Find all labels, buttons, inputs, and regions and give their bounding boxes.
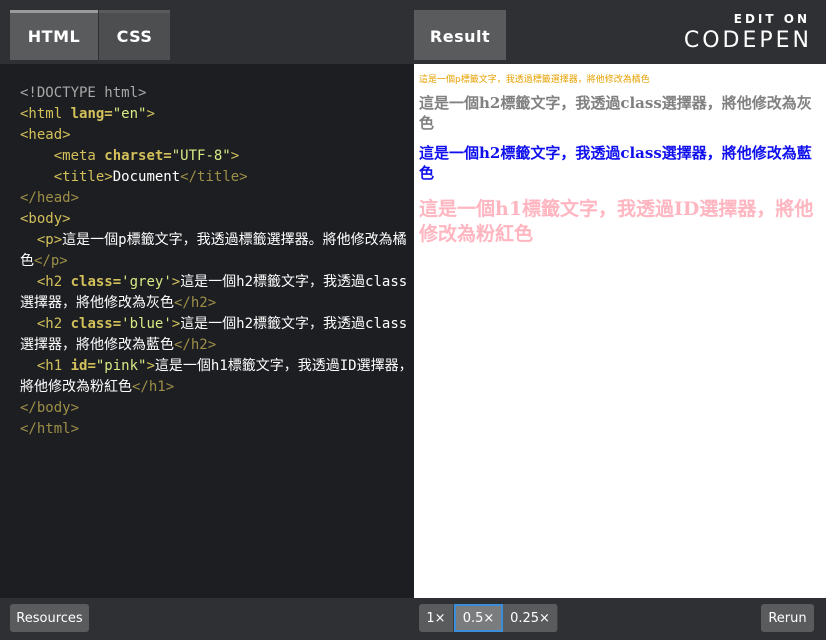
code-line: <!DOCTYPE html>	[20, 83, 414, 104]
edit-on-label: EDIT ON	[733, 12, 810, 26]
code-tag: </h2>	[174, 295, 217, 311]
code-attr: lang=	[62, 106, 113, 122]
code-tag: <html	[20, 106, 63, 122]
code-text: Document	[112, 169, 181, 185]
code-line: <body>	[20, 209, 414, 230]
code-line: <h2 class='grey'>這是一個h2標籤文字，我透過class選擇器，…	[20, 272, 414, 314]
code-tag: <h2	[36, 274, 63, 290]
code-attr: class=	[62, 316, 122, 332]
result-heading-pink: 這是一個h1標籤文字，我透過ID選擇器，將他修改為粉紅色	[419, 198, 814, 245]
code-tag: >	[171, 274, 181, 290]
code-tag: <title>	[53, 169, 113, 185]
code-tag: <h1	[36, 358, 63, 374]
resources-button[interactable]: Resources	[10, 604, 89, 632]
code-line: <html lang="en">	[20, 104, 414, 125]
code-line: </html>	[20, 419, 414, 440]
zoom-controls: 1× 0.5× 0.25×	[419, 604, 558, 632]
code-line: <title>Document</title>	[20, 167, 414, 188]
code-text: 這是一個p標籤文字，我透過標籤選擇器。將他修改為橘色	[20, 232, 407, 269]
code-tag: </body>	[20, 400, 80, 416]
zoom-0.25x-button[interactable]: 0.25×	[503, 604, 558, 632]
code-tag: >	[146, 358, 155, 374]
top-toolbar: HTML CSS Result EDIT ON CODEPEN	[0, 0, 826, 64]
html-code-editor[interactable]: <!DOCTYPE html> <html lang="en"> <head> …	[0, 64, 414, 598]
code-line: <head>	[20, 125, 414, 146]
result-preview: 這是一個p標籤文字，我透過標籤選擇器，將他修改為橘色 這是一個h2標籤文字，我透…	[414, 64, 826, 598]
code-line: <meta charset="UTF-8">	[20, 146, 414, 167]
zoom-1x-button[interactable]: 1×	[419, 604, 454, 632]
code-tag: </p>	[34, 253, 68, 269]
code-string: 'blue'	[121, 316, 172, 332]
code-string: "UTF-8"	[171, 148, 231, 164]
code-doctype: <!DOCTYPE html>	[20, 85, 147, 101]
code-string: "en"	[112, 106, 147, 122]
code-tag: </h1>	[132, 379, 175, 395]
code-tag: <p>	[36, 232, 63, 248]
code-attr: charset=	[95, 148, 172, 164]
tab-html[interactable]: HTML	[10, 10, 98, 60]
code-tag: </title>	[180, 169, 248, 185]
tab-css[interactable]: CSS	[99, 10, 170, 60]
zoom-0.5x-button[interactable]: 0.5×	[454, 604, 503, 632]
code-string: 'grey'	[121, 274, 172, 290]
code-tag: <h2	[36, 316, 63, 332]
result-heading-grey: 這是一個h2標籤文字，我透過class選擇器，將他修改為灰色	[419, 94, 812, 132]
code-line: <h2 class='blue'>這是一個h2標籤文字，我透過class選擇器，…	[20, 314, 414, 356]
edit-on-codepen-link[interactable]: EDIT ON CODEPEN	[682, 12, 812, 54]
code-line: </body>	[20, 398, 414, 419]
code-line: <h1 id="pink">這是一個h1標籤文字，我透過ID選擇器，將他修改為粉…	[20, 356, 414, 398]
code-line: <p>這是一個p標籤文字，我透過標籤選擇器。將他修改為橘色</p>	[20, 230, 414, 272]
code-tag: <body>	[20, 211, 71, 227]
code-tag: </html>	[20, 421, 80, 437]
code-tag: >	[146, 106, 155, 122]
code-tag: </h2>	[174, 337, 217, 353]
code-tag: >	[230, 148, 240, 164]
code-tag: <meta	[53, 148, 96, 164]
code-tag: >	[171, 316, 181, 332]
codepen-logo: CODEPEN	[683, 28, 812, 53]
code-tag: </head>	[20, 190, 80, 206]
code-tag: <head>	[20, 127, 71, 143]
code-attr: id=	[62, 358, 96, 374]
tab-result[interactable]: Result	[414, 10, 506, 60]
code-line: </head>	[20, 188, 414, 209]
result-heading-blue: 這是一個h2標籤文字，我透過class選擇器，將他修改為藍色	[419, 144, 812, 182]
result-paragraph-orange: 這是一個p標籤文字，我透過標籤選擇器，將他修改為橘色	[419, 75, 650, 85]
rerun-button[interactable]: Rerun	[761, 604, 814, 632]
bottom-toolbar: Resources 1× 0.5× 0.25× Rerun	[0, 598, 826, 640]
code-string: "pink"	[95, 358, 147, 374]
code-attr: class=	[62, 274, 122, 290]
